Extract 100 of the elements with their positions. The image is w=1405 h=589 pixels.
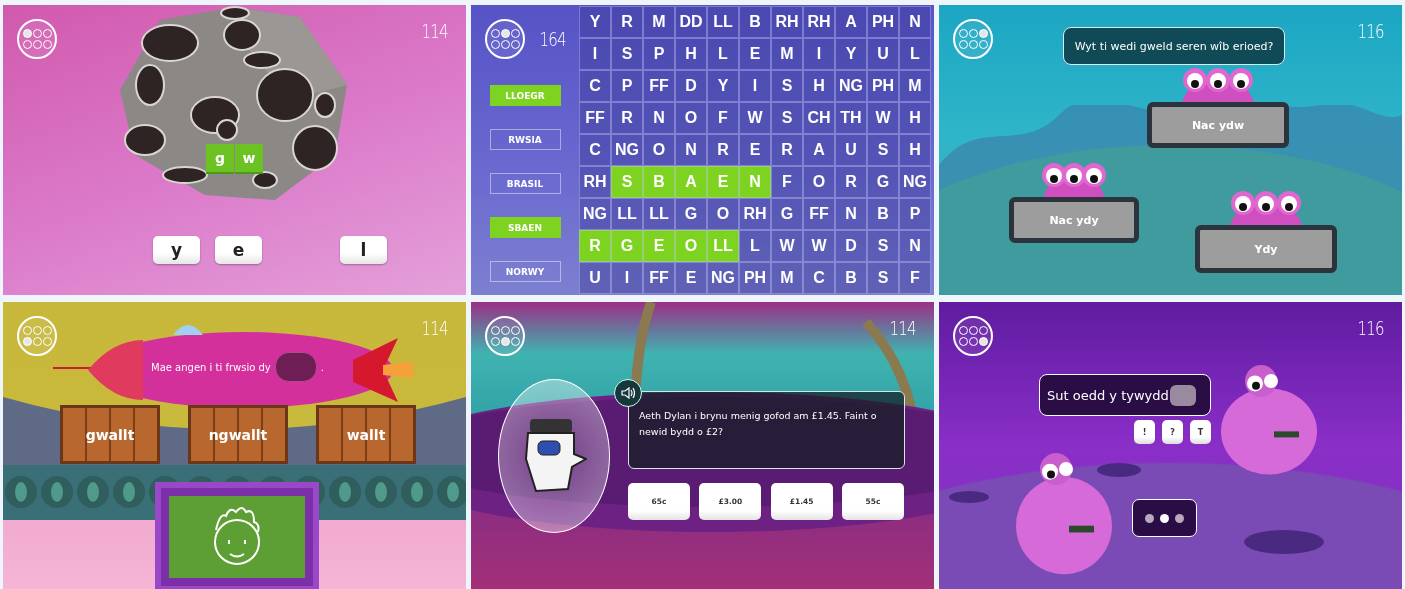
grid-letter[interactable]: B [739, 6, 771, 38]
grid-letter[interactable]: PH [867, 6, 899, 38]
grid-letter[interactable]: E [739, 38, 771, 70]
menu-button[interactable] [485, 19, 525, 59]
grid-letter[interactable]: LL [707, 6, 739, 38]
grid-letter[interactable]: H [803, 70, 835, 102]
grid-letter[interactable]: G [771, 198, 803, 230]
grid-letter[interactable]: H [899, 134, 931, 166]
grid-letter[interactable]: RH [739, 198, 771, 230]
grid-letter[interactable]: O [643, 134, 675, 166]
grid-letter[interactable]: M [771, 262, 803, 294]
grid-letter[interactable]: S [867, 230, 899, 262]
grid-letter[interactable]: R [771, 134, 803, 166]
word-crate[interactable]: ngwallt [188, 405, 288, 464]
grid-letter[interactable]: R [835, 166, 867, 198]
grid-letter[interactable]: LL [643, 198, 675, 230]
grid-letter[interactable]: W [867, 102, 899, 134]
grid-letter[interactable]: E [739, 134, 771, 166]
grid-letter[interactable]: U [835, 134, 867, 166]
key-button[interactable]: ? [1162, 420, 1183, 444]
grid-letter[interactable]: TH [835, 102, 867, 134]
grid-letter[interactable]: F [899, 262, 931, 294]
grid-letter[interactable]: NG [611, 134, 643, 166]
grid-letter[interactable]: H [899, 102, 931, 134]
grid-letter[interactable]: G [867, 166, 899, 198]
grid-letter[interactable]: W [803, 230, 835, 262]
grid-letter[interactable]: N [675, 134, 707, 166]
grid-letter[interactable]: C [579, 134, 611, 166]
grid-letter[interactable]: R [611, 102, 643, 134]
grid-letter[interactable]: F [771, 166, 803, 198]
grid-letter[interactable]: M [771, 38, 803, 70]
grid-letter[interactable]: B [835, 262, 867, 294]
grid-letter[interactable]: G [675, 198, 707, 230]
grid-letter[interactable]: M [643, 6, 675, 38]
grid-letter[interactable]: O [675, 102, 707, 134]
grid-letter[interactable]: Y [579, 6, 611, 38]
grid-letter[interactable]: L [739, 230, 771, 262]
key-button[interactable]: ! [1134, 420, 1155, 444]
grid-letter[interactable]: NG [899, 166, 931, 198]
grid-letter[interactable]: NG [835, 70, 867, 102]
grid-letter[interactable]: H [675, 38, 707, 70]
grid-letter[interactable]: U [579, 262, 611, 294]
grid-letter[interactable]: FF [579, 102, 611, 134]
grid-letter[interactable]: FF [803, 198, 835, 230]
grid-letter[interactable]: O [803, 166, 835, 198]
grid-letter[interactable]: I [739, 70, 771, 102]
grid-letter[interactable]: LL [611, 198, 643, 230]
grid-letter[interactable]: S [611, 38, 643, 70]
grid-letter[interactable]: N [835, 198, 867, 230]
grid-letter[interactable]: E [675, 262, 707, 294]
grid-letter[interactable]: S [771, 70, 803, 102]
grid-letter[interactable]: M [899, 70, 931, 102]
grid-letter[interactable]: R [707, 134, 739, 166]
grid-letter[interactable]: C [579, 70, 611, 102]
grid-letter[interactable]: P [611, 70, 643, 102]
menu-button[interactable] [485, 316, 525, 356]
grid-letter[interactable]: CH [803, 102, 835, 134]
grid-letter[interactable]: A [835, 6, 867, 38]
grid-letter[interactable]: N [643, 102, 675, 134]
grid-letter[interactable]: F [707, 102, 739, 134]
grid-letter[interactable]: S [771, 102, 803, 134]
letter-button[interactable]: e [215, 236, 262, 264]
grid-letter[interactable]: L [707, 38, 739, 70]
grid-letter[interactable]: RH [771, 6, 803, 38]
grid-letter[interactable]: I [803, 38, 835, 70]
grid-letter[interactable]: RH [579, 166, 611, 198]
grid-letter[interactable]: PH [867, 70, 899, 102]
grid-letter[interactable]: N [899, 230, 931, 262]
grid-letter[interactable]: I [579, 38, 611, 70]
letter-button[interactable]: y [153, 236, 200, 264]
grid-letter[interactable]: N [899, 6, 931, 38]
grid-letter[interactable]: FF [643, 70, 675, 102]
grid-letter[interactable]: FF [643, 262, 675, 294]
grid-letter[interactable]: RH [803, 6, 835, 38]
grid-letter[interactable]: NG [707, 262, 739, 294]
grid-letter[interactable]: U [867, 38, 899, 70]
grid-letter[interactable]: W [739, 102, 771, 134]
grid-letter[interactable]: I [611, 262, 643, 294]
word-crate[interactable]: wallt [316, 405, 416, 464]
grid-letter[interactable]: D [835, 230, 867, 262]
grid-letter[interactable]: W [771, 230, 803, 262]
grid-letter[interactable]: P [899, 198, 931, 230]
grid-letter[interactable]: NG [579, 198, 611, 230]
word-crate[interactable]: gwallt [60, 405, 160, 464]
grid-letter[interactable]: O [707, 198, 739, 230]
grid-letter[interactable]: P [643, 38, 675, 70]
grid-letter[interactable]: S [867, 262, 899, 294]
grid-letter[interactable]: C [803, 262, 835, 294]
grid-letter[interactable]: S [867, 134, 899, 166]
grid-letter[interactable]: DD [675, 6, 707, 38]
grid-letter[interactable]: A [803, 134, 835, 166]
grid-letter[interactable]: Y [835, 38, 867, 70]
grid-letter[interactable]: R [611, 6, 643, 38]
grid-letter[interactable]: PH [739, 262, 771, 294]
key-button[interactable]: T [1190, 420, 1211, 444]
grid-letter[interactable]: Y [707, 70, 739, 102]
grid-letter[interactable]: B [867, 198, 899, 230]
grid-letter[interactable]: L [899, 38, 931, 70]
menu-button[interactable] [953, 316, 993, 356]
letter-button[interactable]: l [340, 236, 387, 264]
